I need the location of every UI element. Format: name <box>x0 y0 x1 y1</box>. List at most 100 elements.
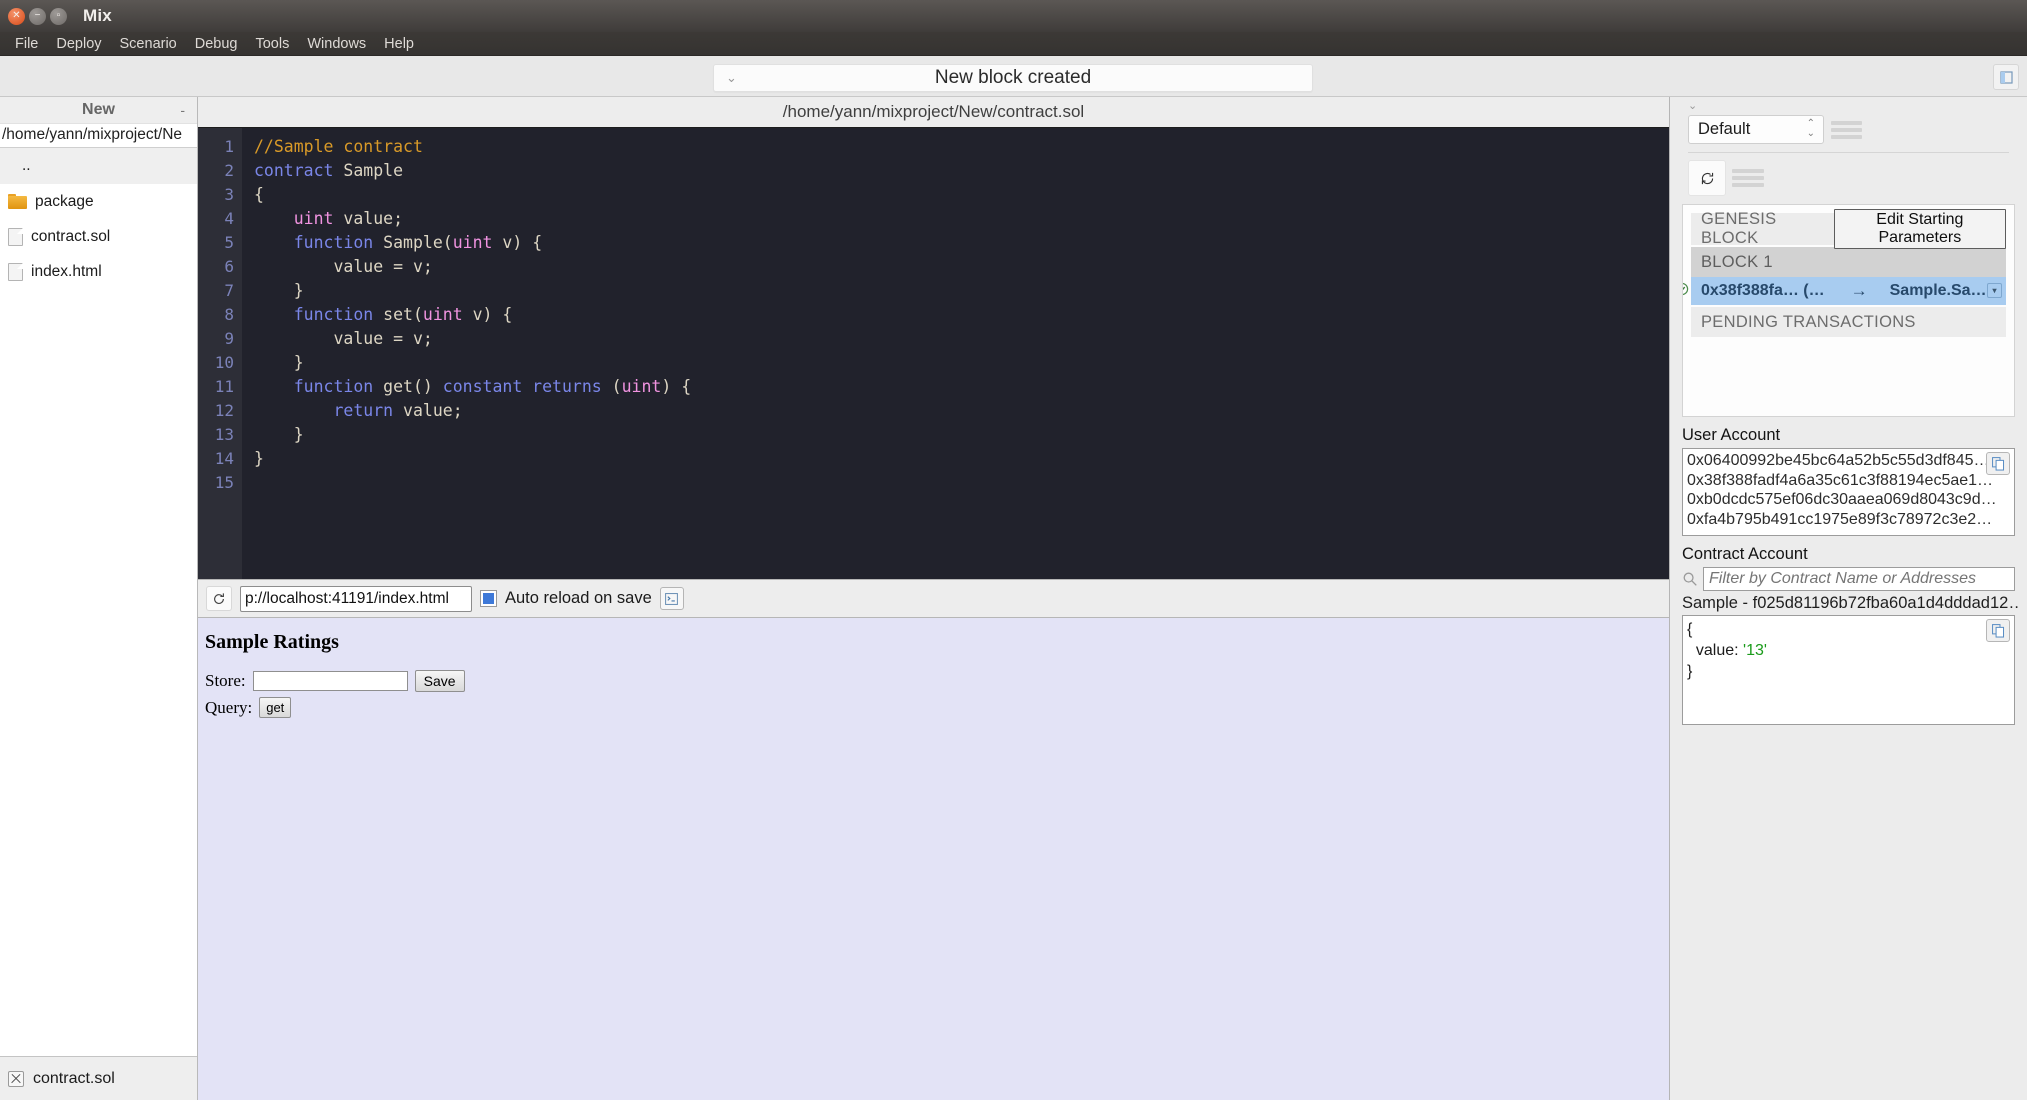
spinner-arrows-icon[interactable]: ⌃⌄ <box>1807 119 1815 139</box>
console-icon[interactable] <box>660 587 684 610</box>
window-maximize-icon[interactable]: ▫ <box>50 8 67 25</box>
window-close-icon[interactable]: ✕ <box>8 8 25 25</box>
line-number: 5 <box>198 231 242 255</box>
save-button[interactable]: Save <box>415 670 465 692</box>
code-line: function Sample(uint v) { <box>254 231 1669 255</box>
user-account-address[interactable]: 0x38f388fadf4a6a35c61c3f88194ec5ae1… <box>1687 471 2008 491</box>
chevron-down-icon[interactable]: ▾ <box>1987 283 2002 298</box>
scenario-menu-icon[interactable] <box>1831 117 1862 143</box>
code-token <box>254 233 294 252</box>
chevron-down-icon[interactable]: ⌄ <box>726 70 737 86</box>
scenario-select-value: Default <box>1698 120 1750 139</box>
file-list-item-contract-sol[interactable]: contract.sol <box>0 219 197 254</box>
code-token: function <box>294 377 373 396</box>
block-1-label: BLOCK 1 <box>1691 247 2006 277</box>
sidebar-collapse-button[interactable]: - <box>180 102 185 118</box>
reload-icon[interactable] <box>206 586 232 611</box>
edit-starting-parameters-button[interactable]: Edit Starting Parameters <box>1834 209 2006 249</box>
url-input[interactable] <box>240 586 472 612</box>
auto-reload-label: Auto reload on save <box>505 589 652 608</box>
get-button[interactable]: get <box>259 697 291 718</box>
window-title: Mix <box>83 6 112 26</box>
file-icon <box>8 263 23 281</box>
code-line: value = v; <box>254 255 1669 279</box>
copy-icon[interactable] <box>1986 452 2010 475</box>
scenario-select[interactable]: Default ⌃⌄ <box>1688 115 1824 144</box>
genesis-block-row[interactable]: GENESIS BLOCK Edit Starting Parameters <box>1691 213 2006 245</box>
json-key: value: <box>1687 642 1743 659</box>
code-token: set( <box>373 305 423 324</box>
user-account-address[interactable]: 0xb0dcdc575ef06dc30aaea069d8043c9d… <box>1687 490 2008 510</box>
menu-scenario[interactable]: Scenario <box>111 34 186 54</box>
code-token <box>254 377 294 396</box>
file-list-item-package[interactable]: package <box>0 184 197 219</box>
search-icon <box>1682 571 1698 587</box>
blocks-list: GENESIS BLOCK Edit Starting Parameters B… <box>1682 204 2015 417</box>
line-number: 1 <box>198 135 242 159</box>
store-label: Store: <box>205 671 246 691</box>
center-column: /home/yann/mixproject/New/contract.sol 1… <box>198 97 1669 1100</box>
scenario-select-row: Default ⌃⌄ <box>1676 113 2021 144</box>
line-number: 13 <box>198 423 242 447</box>
code-line <box>254 471 1669 495</box>
contract-entry[interactable]: Sample - f025d81196b72fba60a1d4dddad12… <box>1676 591 2021 615</box>
transaction-row[interactable]: 0x38f388fa… (… → Sample.Sa… ▾ <box>1691 277 2006 305</box>
scenario-log-icon[interactable] <box>1732 165 1764 191</box>
notification-message: New block created <box>935 67 1091 89</box>
code-token: get() <box>373 377 443 396</box>
menu-file[interactable]: File <box>6 34 47 54</box>
copy-icon[interactable] <box>1986 619 2010 642</box>
reload-glyph <box>212 592 226 606</box>
store-input[interactable] <box>253 671 408 691</box>
menu-windows[interactable]: Windows <box>298 34 375 54</box>
code-token: ) { <box>661 377 691 396</box>
success-icon <box>1682 282 1689 296</box>
panel-collapse-row[interactable]: ⌄ <box>1676 97 2021 113</box>
code-editor[interactable]: 123456789101112131415 //Sample contractc… <box>198 128 1669 579</box>
menu-help[interactable]: Help <box>375 34 423 54</box>
code-token: } <box>254 353 304 372</box>
code-line: contract Sample <box>254 159 1669 183</box>
contract-filter-input[interactable] <box>1703 567 2015 591</box>
code-token: } <box>254 425 304 444</box>
user-account-list[interactable]: 0x06400992be45bc64a52b5c55d3df845… 0x38f… <box>1682 448 2015 536</box>
code-token <box>254 209 294 228</box>
code-token: ( <box>602 377 622 396</box>
run-glyph <box>1700 171 1715 186</box>
code-line: return value; <box>254 399 1669 423</box>
notification-bar: ⌄ New block created <box>0 56 2027 97</box>
file-label: index.html <box>31 263 102 281</box>
menu-tools[interactable]: Tools <box>246 34 298 54</box>
json-close-brace: } <box>1687 661 2008 682</box>
file-list-item-index-html[interactable]: index.html <box>0 254 197 289</box>
folder-icon <box>8 194 27 209</box>
user-account-address[interactable]: 0x06400992be45bc64a52b5c55d3df845… <box>1687 451 2008 471</box>
genesis-block-label: GENESIS BLOCK <box>1701 210 1828 248</box>
transaction-from: 0x38f388fa… (… <box>1701 282 1825 300</box>
line-number: 3 <box>198 183 242 207</box>
file-list-item-updir[interactable]: .. <box>0 148 197 184</box>
menu-debug[interactable]: Debug <box>186 34 247 54</box>
notification-pill[interactable]: ⌄ New block created <box>713 64 1313 92</box>
close-icon[interactable] <box>8 1071 24 1087</box>
code-token: uint <box>423 305 463 324</box>
code-token <box>254 401 333 420</box>
copy-glyph <box>1992 457 2005 471</box>
user-account-address[interactable]: 0xfa4b795b491cc1975e89f3c78972c3e2… <box>1687 510 2008 530</box>
line-number: 11 <box>198 375 242 399</box>
run-scenario-icon[interactable] <box>1688 160 1726 196</box>
json-value: '13' <box>1743 642 1767 659</box>
code-content[interactable]: //Sample contractcontract Sample{ uint v… <box>242 128 1669 579</box>
chevron-down-icon[interactable]: ⌄ <box>1688 99 1697 112</box>
menu-deploy[interactable]: Deploy <box>47 34 110 54</box>
user-account-label: User Account <box>1676 417 2021 448</box>
panel-toggle-icon[interactable] <box>1993 64 2019 90</box>
project-name: New <box>82 101 115 119</box>
code-token: { <box>254 185 264 204</box>
window-minimize-icon[interactable]: − <box>29 8 46 25</box>
scenario-panel: ⌄ Default ⌃⌄ <box>1669 97 2027 1100</box>
open-file-tab[interactable]: contract.sol <box>0 1056 197 1100</box>
auto-reload-checkbox[interactable] <box>480 590 497 607</box>
menubar: File Deploy Scenario Debug Tools Windows… <box>0 32 2027 56</box>
code-token: value = v; <box>254 257 433 276</box>
